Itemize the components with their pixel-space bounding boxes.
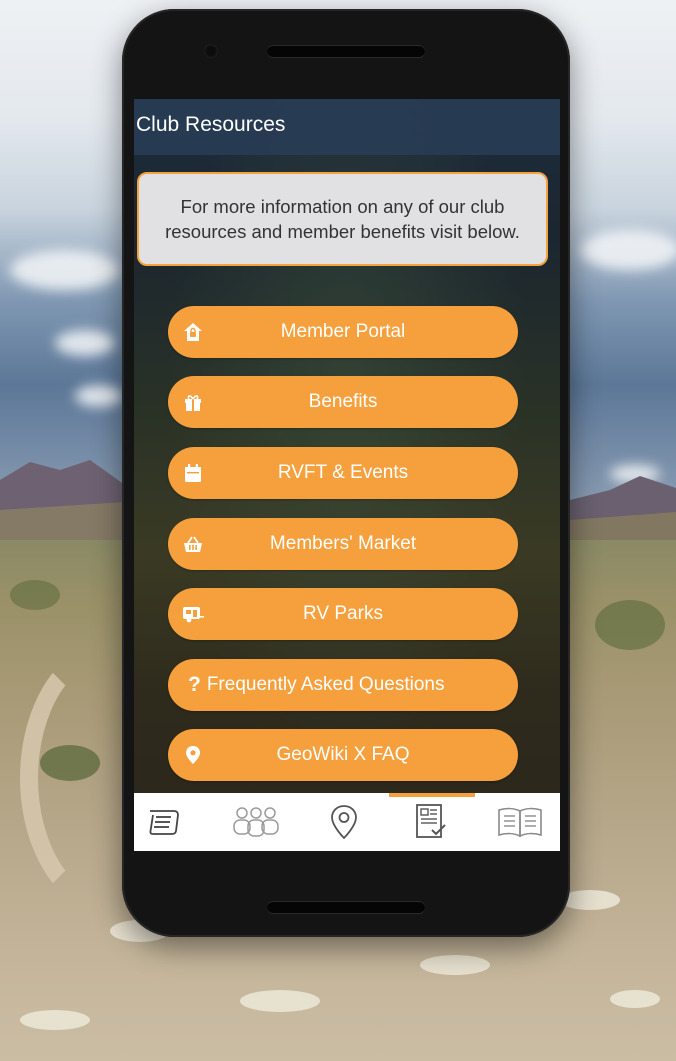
bottom-tab-bar [134,793,560,851]
members-icon [233,807,279,837]
question-mark-icon: ? [188,673,201,696]
geowiki-faq-label: GeoWiki X FAQ [276,744,410,765]
page-title: Club Resources [136,113,286,136]
tab-members[interactable] [226,793,286,851]
members-market-button[interactable]: Members' Market [168,518,518,570]
tab-guides[interactable] [490,793,550,851]
benefits-label: Benefits [308,391,378,412]
benefits-button[interactable]: Benefits [168,376,518,428]
map-pin-icon [182,745,204,765]
news-icon [149,810,179,835]
bottom-speaker [267,901,425,913]
rvft-events-button[interactable]: RVFT & Events [168,447,518,499]
top-speaker [267,45,425,57]
info-banner: For more information on any of our club … [137,172,548,266]
geowiki-faq-button[interactable]: GeoWiki X FAQ [168,729,518,781]
basket-icon [182,534,204,554]
checklist-document-icon [416,804,446,838]
info-text: For more information on any of our club … [165,196,520,242]
member-portal-button[interactable]: Member Portal [168,306,518,358]
caravan-icon [182,604,204,624]
members-market-label: Members' Market [269,533,417,554]
member-portal-label: Member Portal [280,321,406,342]
phone-frame: Club Resources For more information on a… [122,9,570,937]
faq-button[interactable]: ? Frequently Asked Questions [168,659,518,711]
front-camera [204,44,218,58]
calendar-icon [182,463,204,483]
house-lock-icon [182,322,204,342]
app-screen: Club Resources For more information on a… [134,99,560,851]
tab-resources[interactable] [400,793,460,851]
tab-locations[interactable] [314,793,374,851]
location-pin-icon [331,805,357,840]
title-bar: Club Resources [134,99,560,155]
tab-news[interactable] [134,793,194,851]
faq-label: Frequently Asked Questions [206,674,445,695]
rv-parks-label: RV Parks [303,603,383,624]
rv-parks-button[interactable]: RV Parks [168,588,518,640]
rvft-events-label: RVFT & Events [277,462,409,483]
open-book-icon [498,807,542,838]
gift-icon [182,392,204,412]
